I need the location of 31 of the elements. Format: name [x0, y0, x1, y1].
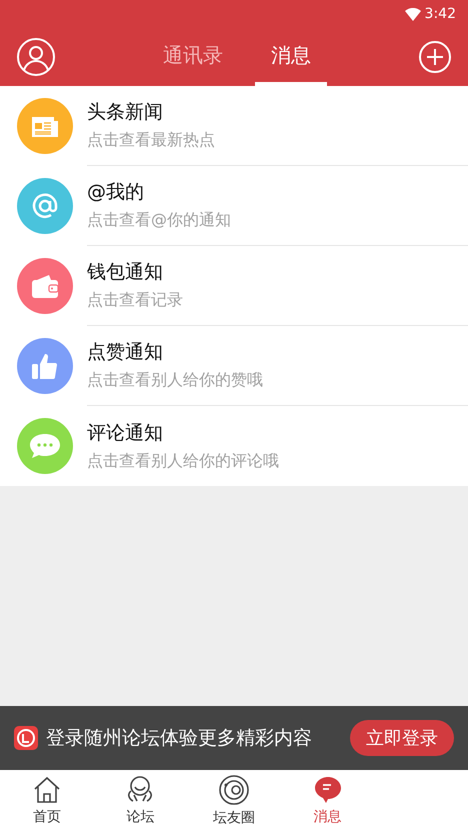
message-title: @我的	[87, 183, 145, 202]
nav-tab[interactable]: 论坛	[94, 770, 188, 832]
message-item[interactable]: @我的 点击查看@你的通知	[0, 166, 468, 246]
wifi-icon	[404, 8, 421, 20]
user-avatar-icon[interactable]	[16, 37, 56, 77]
message-subtitle: 点击查看别人给你的赞哦	[87, 372, 264, 388]
message-subtitle: 点击查看@你的通知	[87, 212, 232, 228]
message-title: 头条新闻	[87, 103, 164, 122]
message-subtitle: 点击查看最新热点	[87, 132, 216, 148]
app-logo-icon	[14, 726, 38, 750]
message-title: 点赞通知	[87, 343, 164, 362]
speech-bubble-icon	[312, 774, 343, 804]
message-subtitle: 点击查看记录	[87, 292, 184, 308]
message-title: 钱包通知	[87, 263, 164, 282]
nav-tab[interactable]: 消息	[280, 770, 374, 832]
message-item[interactable]: 点赞通知 点击查看别人给你的赞哦	[0, 326, 468, 406]
nav-tab[interactable]: 坛友圈	[187, 770, 281, 832]
message-subtitle: 点击查看别人给你的评论哦	[87, 452, 280, 468]
message-item[interactable]: 钱包通知 点击查看记录	[0, 246, 468, 326]
login-prompt: 登录随州论坛体验更多精彩内容	[46, 726, 313, 751]
login-button[interactable]: 立即登录	[350, 720, 454, 756]
orbit-icon	[218, 774, 250, 806]
home-icon	[32, 774, 62, 804]
add-icon[interactable]	[418, 40, 452, 74]
message-title: 评论通知	[87, 424, 164, 442]
nav-tab[interactable]: 首页	[0, 770, 94, 832]
wallet-icon	[29, 272, 61, 300]
chat-bubble-icon	[27, 431, 63, 461]
message-item[interactable]: 评论通知 点击查看别人给你的评论哦	[0, 406, 468, 486]
status-time: 3:42	[424, 4, 456, 24]
message-item[interactable]: 头条新闻 点击查看最新热点	[0, 86, 468, 166]
